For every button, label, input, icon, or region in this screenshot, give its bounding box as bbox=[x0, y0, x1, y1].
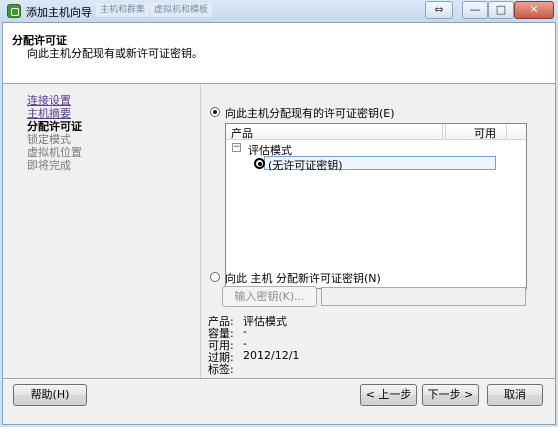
row-selected-radio-icon[interactable] bbox=[254, 158, 265, 169]
page-subtitle: 向此主机分配现有或新许可证密钥。 bbox=[27, 47, 203, 60]
nav-step-lockdown-mode: 锁定模式 bbox=[27, 133, 71, 146]
close-button[interactable]: ✕ bbox=[514, 1, 554, 19]
column-header-available[interactable]: 可用 bbox=[474, 125, 496, 141]
row-license-key[interactable]: (无许可证密钥) bbox=[268, 157, 343, 173]
column-separator bbox=[442, 124, 443, 138]
collapse-icon[interactable]: − bbox=[232, 143, 241, 152]
column-separator bbox=[506, 124, 507, 138]
restore-button[interactable]: ⇔ bbox=[425, 1, 453, 19]
nav-step-vm-location: 虚拟机位置 bbox=[27, 146, 82, 159]
nav-step-connection-settings[interactable]: 连接设置 bbox=[27, 95, 71, 107]
new-license-radio[interactable] bbox=[210, 272, 220, 282]
wizard-steps-nav: 连接设置 主机摘要 分配许可证 锁定模式 虚拟机位置 即将完成 bbox=[11, 93, 201, 373]
nav-step-assign-license: 分配许可证 bbox=[27, 120, 82, 133]
cancel-button[interactable]: 取消 bbox=[487, 384, 543, 406]
title-bar[interactable]: 添加主机向导 主机和群集 虚拟机和模板 ⇔ — □ ✕ bbox=[0, 0, 558, 22]
nav-divider bbox=[200, 85, 201, 381]
grid-header: 产品 可用 bbox=[226, 124, 526, 140]
detail-value-product: 评估模式 bbox=[243, 315, 287, 328]
footer-divider-highlight bbox=[3, 379, 555, 380]
existing-license-label[interactable]: 向此主机分配现有的许可证密钥(E) bbox=[225, 105, 395, 121]
wizard-header: 分配许可证 向此主机分配现有或新许可证密钥。 bbox=[3, 23, 555, 84]
license-key-input[interactable] bbox=[321, 287, 526, 306]
existing-license-radio[interactable] bbox=[210, 107, 220, 117]
license-key-grid[interactable]: 产品 可用 − 评估模式 (无许可证密钥) bbox=[225, 123, 527, 289]
background-tab: 虚拟机和模板 bbox=[150, 3, 213, 17]
detail-value-expires: 2012/12/1 bbox=[243, 349, 300, 362]
next-button[interactable]: 下一步 > bbox=[422, 384, 479, 406]
enter-key-button[interactable]: 输入密钥(K)... bbox=[222, 286, 317, 307]
app-icon bbox=[7, 4, 21, 18]
back-button[interactable]: < 上一步 bbox=[360, 384, 417, 406]
maximize-button[interactable]: □ bbox=[488, 1, 514, 19]
nav-step-host-summary[interactable]: 主机摘要 bbox=[27, 108, 71, 120]
wizard-client-area: 分配许可证 向此主机分配现有或新许可证密钥。 连接设置 主机摘要 分配许可证 锁… bbox=[2, 22, 556, 425]
nav-step-ready-to-complete: 即将完成 bbox=[27, 159, 71, 172]
column-separator bbox=[445, 124, 446, 138]
detail-label-tags: 标签: bbox=[208, 363, 234, 376]
background-tab: 主机和群集 bbox=[96, 3, 150, 17]
window-title: 添加主机向导 bbox=[26, 6, 92, 19]
new-license-label[interactable]: 向此 主机 分配新许可证密钥(N) bbox=[225, 270, 381, 286]
column-header-product[interactable]: 产品 bbox=[231, 125, 253, 141]
minimize-button[interactable]: — bbox=[462, 1, 488, 19]
help-button[interactable]: 帮助(H) bbox=[13, 384, 87, 406]
